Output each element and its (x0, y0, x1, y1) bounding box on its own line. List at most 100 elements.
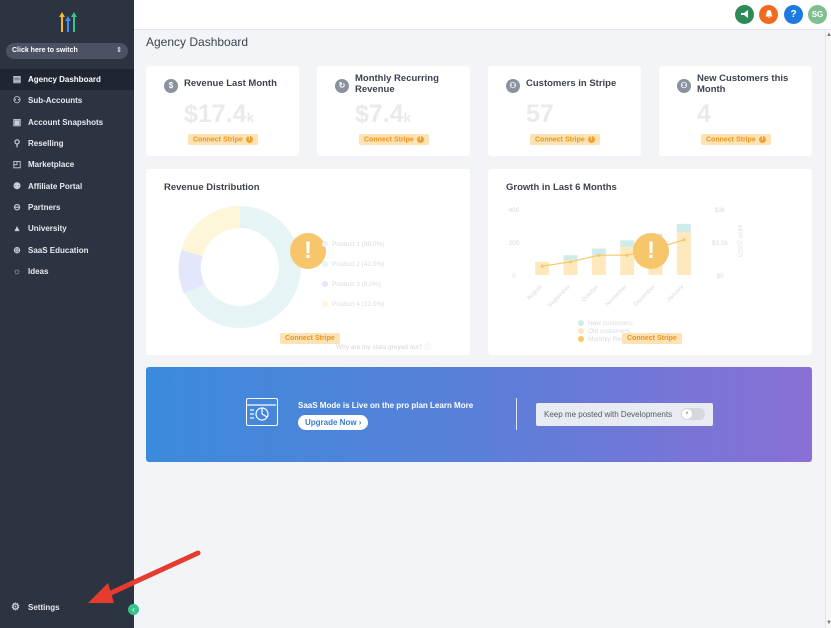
panel-title: Revenue Distribution (164, 182, 260, 193)
legend-item: New customers (578, 320, 633, 327)
legend-item: Product 3 (9.0%) (322, 281, 381, 288)
scrollbar[interactable]: ▲ ▼ (825, 30, 831, 628)
bell-icon (765, 10, 772, 19)
notifications-button[interactable] (759, 5, 778, 24)
sidebar-item-label: Partners (28, 202, 61, 212)
page-title: Agency Dashboard (146, 35, 249, 49)
learn-more-link[interactable]: Learn More (430, 401, 473, 410)
lock-user-icon: ⚇ (506, 79, 520, 93)
graduation-cap-icon: ▴ (14, 223, 20, 234)
annotation-arrow (88, 550, 201, 603)
greyed-out-help-link[interactable]: Why are my stats greyed out? ⓘ (336, 341, 431, 351)
y-right-tick-label: $1.5k (712, 240, 729, 247)
sidebar-item-affiliate-portal[interactable]: ⚉ Affiliate Portal (0, 175, 134, 196)
y-right-tick-label: $3k (715, 207, 726, 214)
x-tick-label: December (633, 284, 657, 308)
x-tick-label: August (526, 284, 544, 302)
growth-panel: Growth in Last 6 Months 400 200 0 $3k $1.5k… (488, 169, 812, 355)
avatar[interactable]: SG (808, 5, 827, 24)
group-icon: ⚉ (12, 180, 22, 191)
warning-icon: ! (633, 233, 669, 269)
sidebar-item-label: Agency Dashboard (28, 75, 101, 85)
legend-swatch (578, 320, 584, 327)
saas-mode-banner: SaaS Mode is Live on the pro plan Learn … (146, 367, 812, 462)
sidebar-item-university[interactable]: ▴ University (0, 218, 134, 239)
refresh-icon: ↻ (335, 79, 349, 93)
stat-title: New Customers this Month (697, 73, 789, 95)
bar-old-customers (591, 255, 606, 275)
y-right-tick-label: $0 (716, 273, 724, 280)
connect-stripe-button[interactable]: Connect Stripe (622, 333, 682, 344)
sidebar-item-marketplace[interactable]: ◰ Marketplace (0, 154, 134, 175)
sidebar-item-partners[interactable]: ⊖ Partners (0, 197, 134, 218)
revenue-distribution-panel: Revenue Distribution ! Product 1 (38.0%)… (146, 169, 470, 355)
y-tick-label: 0 (512, 273, 516, 280)
bar-new-customers (676, 223, 691, 233)
bar-old-customers (535, 261, 550, 275)
bar-new-customers (563, 255, 578, 261)
sidebar-item-label: Reselling (28, 139, 64, 149)
snapshot-icon: ▣ (12, 116, 22, 127)
stat-value: $7.4k (355, 100, 411, 128)
connect-stripe-button[interactable]: Connect Stripe! (188, 134, 258, 146)
scroll-up-icon[interactable]: ▲ (826, 32, 831, 38)
chevron-right-icon: › (358, 418, 362, 427)
keep-posted-toggle[interactable]: × (681, 408, 705, 420)
y-right-axis-label: MRR (USD) (736, 225, 742, 257)
connect-stripe-button[interactable]: Connect Stripe! (359, 134, 429, 146)
sidebar-item-agency-dashboard[interactable]: ▤ Agency Dashboard (0, 69, 134, 91)
mrr-point (597, 253, 601, 257)
stat-title: Revenue Last Month (184, 78, 277, 89)
stat-value: 57 (526, 100, 554, 128)
sidebar-item-ideas[interactable]: ☼ Ideas (0, 261, 134, 282)
x-tick-label: November (605, 284, 629, 308)
mrr-point (682, 238, 686, 242)
sidebar-item-reselling[interactable]: ⚲ Reselling (0, 133, 134, 154)
stat-title: Monthly Recurring Revenue (355, 73, 439, 95)
sidebar-item-sub-accounts[interactable]: ⚇ Sub-Accounts (0, 90, 134, 111)
x-tick-label: October (581, 284, 600, 303)
sidebar-item-label: Sub-Accounts (28, 96, 83, 106)
stat-title: Customers in Stripe (526, 78, 617, 89)
app-logo[interactable] (56, 11, 80, 33)
user-icon: ⚇ (12, 95, 22, 106)
banner-headline: SaaS Mode is Live on the pro plan Learn … (298, 401, 474, 410)
mrr-point (568, 260, 573, 264)
close-icon: × (682, 409, 692, 419)
stat-value: $17.4k (184, 100, 254, 128)
y-tick-label: 200 (509, 240, 520, 247)
collapse-sidebar-button[interactable]: ‹ (128, 604, 139, 615)
help-button[interactable]: ? (784, 5, 803, 24)
help-icon: ? (790, 9, 797, 20)
keep-posted-toggle-box: Keep me posted with Developments × (536, 403, 713, 426)
sidebar-item-account-snapshots[interactable]: ▣ Account Snapshots (0, 112, 134, 133)
upgrade-now-button[interactable]: Upgrade Now › (298, 415, 369, 430)
donut-segment-product-3 (178, 249, 205, 294)
avatar-initials: SG (811, 10, 824, 19)
sidebar-nav: ▤ Agency Dashboard ⚇ Sub-Accounts ▣ Acco… (0, 69, 134, 282)
account-switcher[interactable]: Click here to switch ⇕ (6, 43, 128, 59)
legend-item: Product 1 (38.0%) (322, 241, 384, 248)
connect-stripe-button[interactable]: Connect Stripe! (530, 134, 600, 146)
dollar-icon: $ (164, 79, 178, 93)
account-switcher-label: Click here to switch (12, 47, 78, 54)
megaphone-button[interactable] (735, 5, 754, 24)
alert-icon: ! (416, 136, 424, 143)
sidebar-item-settings[interactable]: ⚙ Settings (11, 602, 60, 613)
mrr-point (625, 253, 629, 257)
stat-card-monthly-recurring-revenue: ↻ Monthly Recurring Revenue $7.4k Connec… (317, 66, 470, 156)
settings-label: Settings (28, 603, 60, 612)
bag-icon: ◰ (12, 159, 22, 170)
legend-item: Product 2 (41.0%) (322, 261, 384, 268)
alert-icon: ! (587, 136, 595, 143)
connect-stripe-button[interactable]: Connect Stripe (280, 333, 340, 344)
browser-chart-graphic (247, 404, 276, 421)
connect-stripe-button[interactable]: Connect Stripe! (701, 134, 771, 146)
scroll-down-icon[interactable]: ▼ (826, 620, 831, 626)
sidebar-item-saas-education[interactable]: ⊕ SaaS Education (0, 239, 134, 260)
x-tick-label: September (547, 284, 572, 309)
legend-swatch (322, 261, 328, 268)
dashboard-icon: ▤ (12, 74, 22, 85)
stat-value: 4 (697, 100, 711, 128)
legend-item: Product 4 (22.0%) (322, 301, 384, 308)
